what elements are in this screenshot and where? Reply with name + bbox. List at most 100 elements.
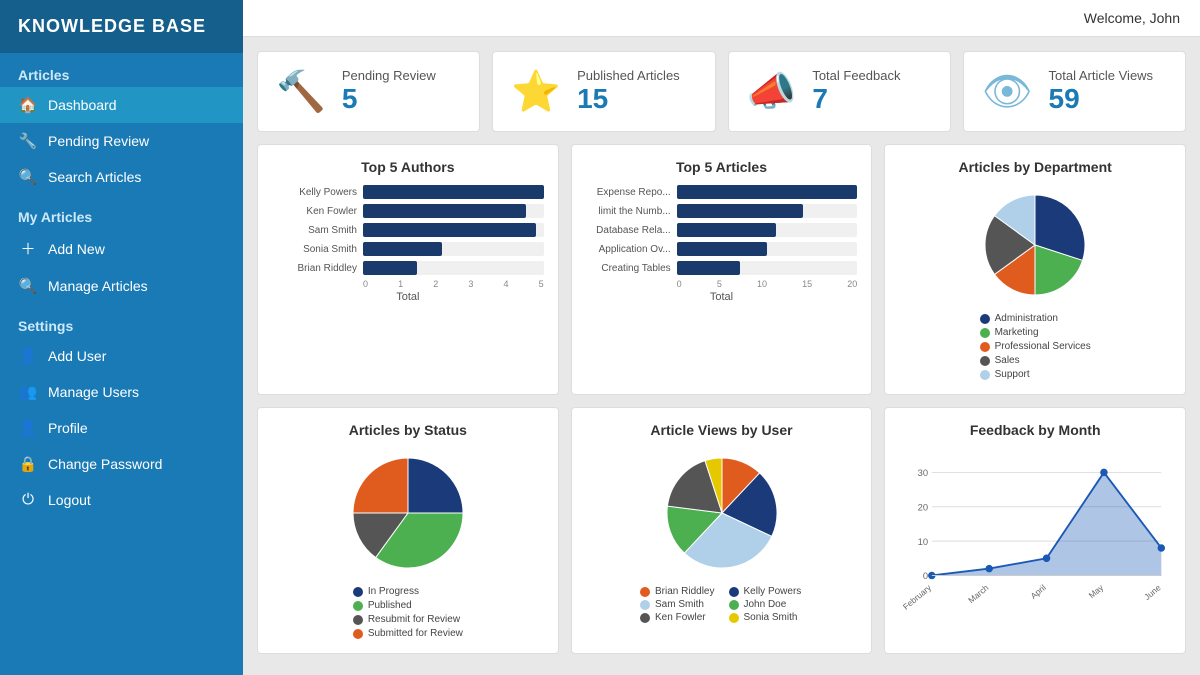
legend-dot <box>353 601 363 611</box>
bar-row: limit the Numb... <box>586 204 858 218</box>
sidebar-item-label: Logout <box>48 492 91 508</box>
legend-dot <box>980 342 990 352</box>
bar-label: Kelly Powers <box>272 187 357 198</box>
pie-segment <box>353 458 408 513</box>
welcome-text: Welcome, John <box>1084 10 1180 26</box>
feedback-by-month-chart: Feedback by Month 0102030FebruaryMarchAp… <box>884 407 1186 654</box>
legend-dot <box>980 328 990 338</box>
stat-info-0: Pending Review 5 <box>342 68 436 115</box>
stat-value-1: 15 <box>577 83 680 115</box>
legend-label: In Progress <box>368 586 419 597</box>
bar-inner <box>677 223 776 237</box>
bar-row: Brian Riddley <box>272 261 544 275</box>
sidebar-item-pending-review[interactable]: 🔧 Pending Review <box>0 123 243 159</box>
sidebar-item-manage-articles[interactable]: 🔍 Manage Articles <box>0 268 243 304</box>
legend-label: Sonia Smith <box>744 612 798 623</box>
legend-label: Resubmit for Review <box>368 614 460 625</box>
bar-row: Kelly Powers <box>272 185 544 199</box>
legend-item: In Progress <box>353 586 463 597</box>
stat-info-2: Total Feedback 7 <box>812 68 900 115</box>
bar-label: Brian Riddley <box>272 263 357 274</box>
bar-inner <box>363 242 442 256</box>
legend-label: Sam Smith <box>655 599 704 610</box>
articles-by-dept-title: Articles by Department <box>899 159 1171 175</box>
bar-row: Sam Smith <box>272 223 544 237</box>
stat-card-3: 👁 Total Article Views 59 <box>963 51 1186 132</box>
bar-inner <box>363 223 536 237</box>
sidebar-item-label: Dashboard <box>48 97 117 113</box>
legend-item: Marketing <box>980 327 1091 338</box>
legend-label: Marketing <box>995 327 1039 338</box>
bar-outer <box>677 185 858 199</box>
pie-segment <box>408 458 463 513</box>
articles-x-label: Total <box>586 291 858 303</box>
bar-label: Ken Fowler <box>272 206 357 217</box>
charts-row-1: Top 5 Authors Kelly Powers Ken Fowler Sa… <box>257 144 1186 395</box>
bar-inner <box>363 204 526 218</box>
bar-label: limit the Numb... <box>586 206 671 217</box>
bar-inner <box>363 261 417 275</box>
articles-by-dept-chart: Articles by Department Administration Mar… <box>884 144 1186 395</box>
sidebar-item-label: Manage Users <box>48 384 139 400</box>
svg-text:June: June <box>1143 582 1164 602</box>
legend-item: Published <box>353 600 463 611</box>
sidebar-item-label: Manage Articles <box>48 278 148 294</box>
stat-label-0: Pending Review <box>342 68 436 83</box>
sidebar-item-change-password[interactable]: 🔒 Change Password <box>0 446 243 482</box>
legend-label: John Doe <box>744 599 787 610</box>
add-user-icon: 👤 <box>18 347 38 365</box>
bar-outer <box>363 204 544 218</box>
search-articles-icon: 🔍 <box>18 168 38 186</box>
legend-item: Submitted for Review <box>353 628 463 639</box>
dashboard-content: 🔨 Pending Review 5 ⭐ Published Articles … <box>243 37 1200 668</box>
legend-item: Support <box>980 369 1091 380</box>
bar-outer <box>363 261 544 275</box>
legend-dot <box>640 587 650 597</box>
sidebar-item-add-new[interactable]: ＋ Add New <box>0 229 243 268</box>
bar-row: Creating Tables <box>586 261 858 275</box>
sidebar-item-logout[interactable]: ⏻ Logout <box>0 482 243 517</box>
bar-outer <box>677 261 858 275</box>
stat-info-1: Published Articles 15 <box>577 68 680 115</box>
legend-item: Administration <box>980 313 1091 324</box>
svg-text:30: 30 <box>918 468 928 478</box>
bar-row: Sonia Smith <box>272 242 544 256</box>
bar-outer <box>677 242 858 256</box>
pending-review-icon: 🔧 <box>18 132 38 150</box>
legend-item: Kelly Powers <box>729 586 803 597</box>
legend-label: Support <box>995 369 1030 380</box>
sidebar-item-dashboard[interactable]: 🏠 Dashboard <box>0 87 243 123</box>
articles-axis: 05101520 <box>586 279 858 289</box>
legend-dot <box>729 587 739 597</box>
settings-section-label: Settings <box>0 304 243 338</box>
bar-inner <box>677 242 767 256</box>
sidebar-item-profile[interactable]: 👤 Profile <box>0 410 243 446</box>
legend-item: Professional Services <box>980 341 1091 352</box>
status-pie-svg <box>343 448 473 578</box>
views-legend: Brian RiddleyKelly PowersSam SmithJohn D… <box>640 586 803 623</box>
sidebar-item-label: Add User <box>48 348 106 364</box>
sidebar-item-search-articles[interactable]: 🔍 Search Articles <box>0 159 243 195</box>
bar-label: Creating Tables <box>586 263 671 274</box>
stat-cards-row: 🔨 Pending Review 5 ⭐ Published Articles … <box>257 51 1186 132</box>
bar-inner <box>677 204 803 218</box>
authors-x-label: Total <box>272 291 544 303</box>
sidebar-item-label: Profile <box>48 420 88 436</box>
legend-dot <box>980 356 990 366</box>
top-articles-title: Top 5 Articles <box>586 159 858 175</box>
feedback-by-month-title: Feedback by Month <box>899 422 1171 438</box>
bar-outer <box>363 223 544 237</box>
manage-articles-icon: 🔍 <box>18 277 38 295</box>
legend-item: Sales <box>980 355 1091 366</box>
svg-text:20: 20 <box>918 503 928 513</box>
legend-item: Ken Fowler <box>640 612 714 623</box>
svg-text:0: 0 <box>923 571 928 581</box>
status-legend: In Progress Published Resubmit for Review S… <box>353 586 463 639</box>
bar-label: Expense Repo... <box>586 187 671 198</box>
sidebar-item-manage-users[interactable]: 👥 Manage Users <box>0 374 243 410</box>
bar-row: Ken Fowler <box>272 204 544 218</box>
logout-icon: ⏻ <box>18 491 38 508</box>
profile-icon: 👤 <box>18 419 38 437</box>
sidebar-item-add-user[interactable]: 👤 Add User <box>0 338 243 374</box>
legend-item: Sam Smith <box>640 599 714 610</box>
